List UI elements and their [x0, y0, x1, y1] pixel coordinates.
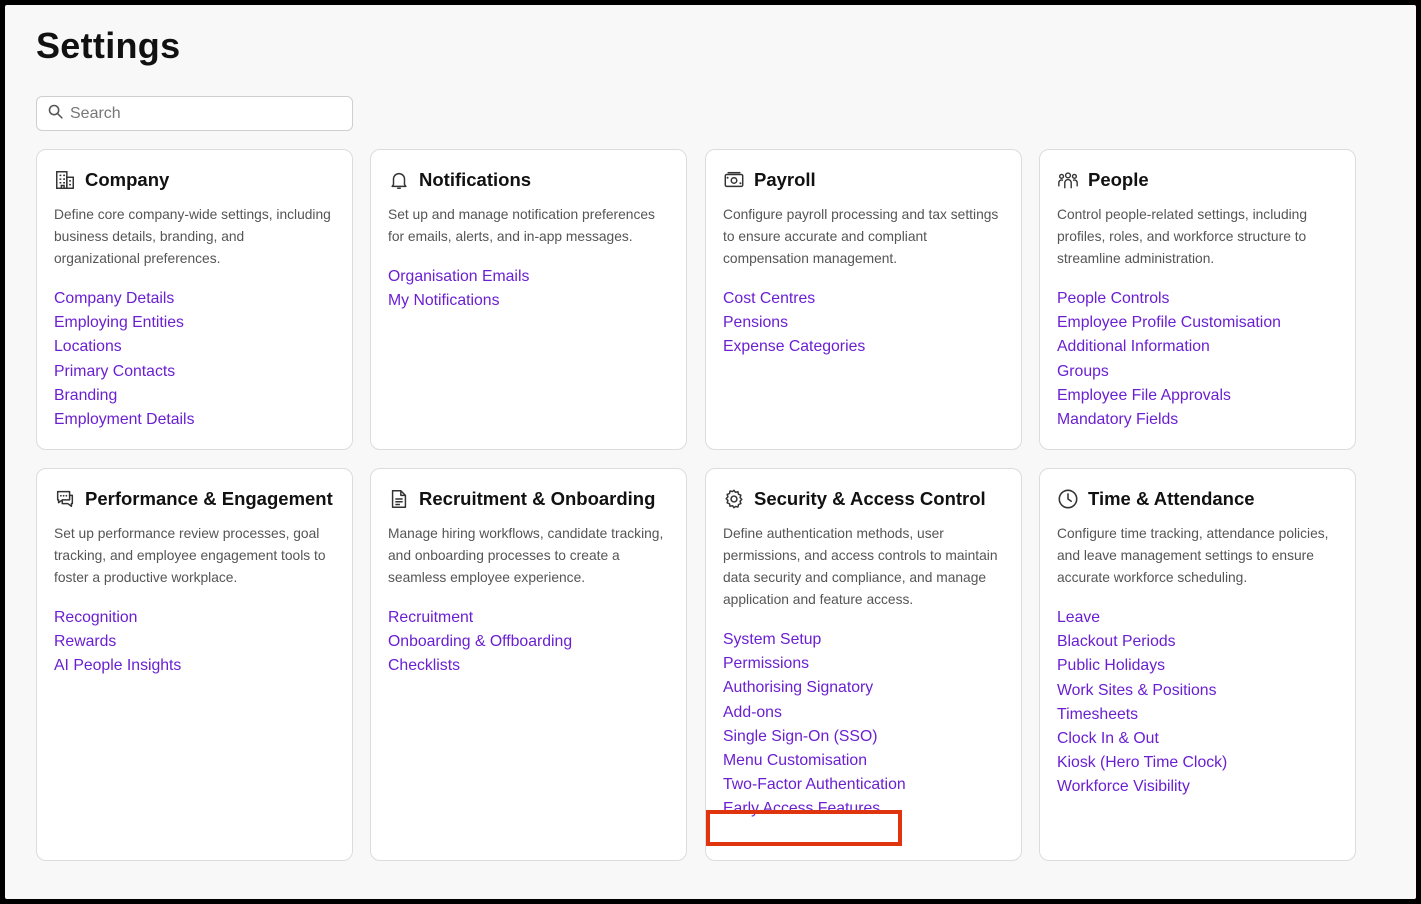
card-description: Set up and manage notification preferenc… — [388, 207, 655, 244]
card-description: Set up performance review processes, goa… — [54, 526, 326, 585]
card-links: System Setup Permissions Authorising Signa… — [723, 628, 1004, 822]
settings-link[interactable]: Permissions — [723, 652, 809, 676]
card-title: Security & Access Control — [754, 488, 986, 509]
settings-link[interactable]: Rewards — [54, 630, 116, 654]
settings-link[interactable]: AI People Insights — [54, 654, 181, 678]
settings-link[interactable]: People Controls — [1057, 287, 1169, 311]
settings-link[interactable]: Employing Entities — [54, 311, 184, 335]
card-links: Company Details Employing Entities Locatio… — [54, 287, 335, 432]
settings-link[interactable]: Kiosk (Hero Time Clock) — [1057, 751, 1227, 775]
card-links: Recognition Rewards AI People Insights — [54, 606, 335, 679]
settings-link[interactable]: Menu Customisation — [723, 749, 867, 773]
card-title: Notifications — [419, 169, 532, 190]
settings-card-company: Company Define core company-wide setting… — [36, 149, 353, 450]
card-links: Recruitment Onboarding & Offboarding Check… — [388, 606, 669, 679]
search-icon — [47, 103, 64, 125]
settings-link[interactable]: Groups — [1057, 360, 1109, 384]
settings-link[interactable]: Branding — [54, 384, 117, 408]
settings-link[interactable]: Recruitment — [388, 606, 473, 630]
settings-link[interactable]: Leave — [1057, 606, 1100, 630]
page-title: Settings — [36, 25, 181, 66]
building-icon — [54, 169, 76, 191]
settings-link[interactable]: Early Access Features — [723, 797, 880, 821]
settings-link[interactable]: Blackout Periods — [1057, 630, 1176, 654]
settings-link[interactable]: Employee File Approvals — [1057, 384, 1231, 408]
document-icon — [388, 488, 410, 510]
settings-card-time: Time & Attendance Configure time trackin… — [1039, 468, 1356, 861]
settings-link[interactable]: Single Sign-On (SSO) — [723, 725, 878, 749]
settings-link[interactable]: Work Sites & Positions — [1057, 679, 1217, 703]
settings-link[interactable]: Onboarding & Offboarding — [388, 630, 572, 654]
settings-link[interactable]: Authorising Signatory — [723, 676, 873, 700]
settings-card-notifications: Notifications Set up and manage notifica… — [370, 149, 687, 450]
settings-link[interactable]: Public Holidays — [1057, 654, 1165, 678]
card-description: Configure payroll processing and tax set… — [723, 207, 999, 266]
settings-link[interactable]: My Notifications — [388, 289, 500, 313]
card-header: People — [1057, 168, 1338, 192]
card-links: Leave Blackout Periods Public Holidays Work… — [1057, 606, 1338, 800]
settings-link[interactable]: Primary Contacts — [54, 360, 175, 384]
card-description: Control people-related settings, includi… — [1057, 207, 1308, 266]
card-header: Notifications — [388, 168, 669, 192]
card-description: Configure time tracking, attendance poli… — [1057, 526, 1329, 585]
settings-link[interactable]: Expense Categories — [723, 335, 865, 359]
settings-link[interactable]: Company Details — [54, 287, 174, 311]
settings-link[interactable]: Additional Information — [1057, 335, 1210, 359]
settings-link[interactable]: Two-Factor Authentication — [723, 773, 906, 797]
settings-link[interactable]: Recognition — [54, 606, 137, 630]
settings-link[interactable]: Employee Profile Customisation — [1057, 311, 1281, 335]
settings-link[interactable]: Employment Details — [54, 408, 194, 432]
settings-link[interactable]: Locations — [54, 335, 122, 359]
settings-link[interactable]: Clock In & Out — [1057, 727, 1159, 751]
card-description: Define core company-wide settings, inclu… — [54, 207, 331, 266]
settings-link[interactable]: Timesheets — [1057, 703, 1138, 727]
card-links: Cost Centres Pensions Expense Categories — [723, 287, 1004, 360]
settings-link[interactable]: Mandatory Fields — [1057, 408, 1178, 432]
card-description: Manage hiring workflows, candidate track… — [388, 526, 664, 585]
bell-icon — [388, 169, 410, 191]
card-title: Performance & Engagement — [85, 488, 333, 509]
card-header: Recruitment & Onboarding — [388, 487, 669, 511]
card-description: Define authentication methods, user perm… — [723, 526, 998, 607]
settings-link[interactable]: Checklists — [388, 654, 460, 678]
settings-card-security: Security & Access Control Define authent… — [705, 468, 1022, 861]
card-header: Payroll — [723, 168, 1004, 192]
gear-icon — [723, 488, 745, 510]
card-title: Payroll — [754, 169, 816, 190]
card-header: Security & Access Control — [723, 487, 1004, 511]
settings-card-payroll: Payroll Configure payroll processing and… — [705, 149, 1022, 450]
settings-link[interactable]: Cost Centres — [723, 287, 815, 311]
card-title: People — [1088, 169, 1149, 190]
settings-card-recruitment: Recruitment & Onboarding Manage hiring w… — [370, 468, 687, 861]
card-links: People Controls Employee Profile Customis… — [1057, 287, 1338, 432]
settings-link[interactable]: Add-ons — [723, 701, 782, 725]
card-title: Time & Attendance — [1088, 488, 1255, 509]
settings-card-performance: Performance & Engagement Set up performa… — [36, 468, 353, 861]
settings-link[interactable]: Workforce Visibility — [1057, 775, 1190, 799]
card-header: Company — [54, 168, 335, 192]
settings-link[interactable]: System Setup — [723, 628, 821, 652]
clock-icon — [1057, 488, 1079, 510]
people-icon — [1057, 169, 1079, 191]
card-header: Time & Attendance — [1057, 487, 1338, 511]
card-links: Organisation Emails My Notifications — [388, 265, 669, 313]
money-icon — [723, 169, 745, 191]
card-title: Company — [85, 169, 170, 190]
search-box[interactable] — [36, 96, 353, 131]
chat-icon — [54, 488, 76, 510]
card-header: Performance & Engagement — [54, 487, 335, 511]
settings-link[interactable]: Pensions — [723, 311, 788, 335]
settings-link[interactable]: Organisation Emails — [388, 265, 529, 289]
card-title: Recruitment & Onboarding — [419, 488, 656, 509]
search-input[interactable] — [70, 104, 330, 123]
settings-card-people: People Control people-related settings, … — [1039, 149, 1356, 450]
